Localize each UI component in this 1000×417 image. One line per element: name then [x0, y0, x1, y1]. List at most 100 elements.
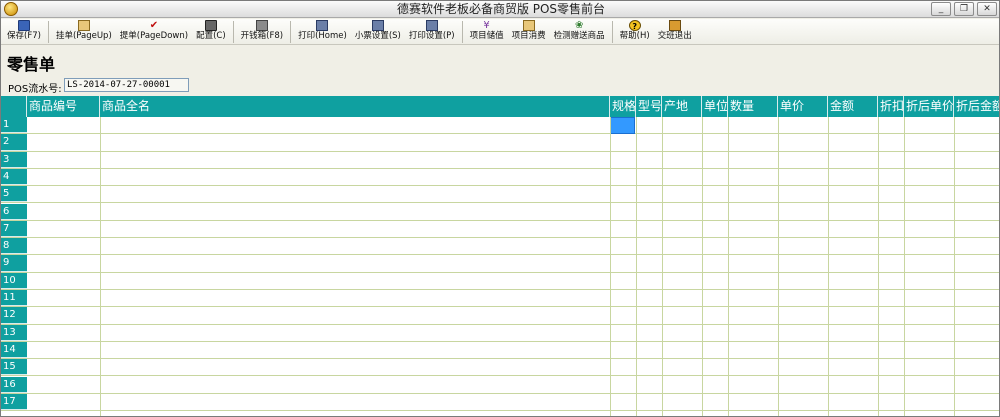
close-button[interactable]: ✕: [977, 2, 997, 16]
pos-window: 德赛软件老板必备商贸版 POS零售前台 _ ❐ ✕ 保存(F7) 挂单(PageU…: [0, 0, 1000, 417]
table-row[interactable]: 8: [1, 238, 999, 256]
restore-button[interactable]: ❐: [954, 2, 974, 16]
receipt-icon: [371, 20, 384, 31]
row-number: 13: [1, 324, 27, 341]
toolbar-separator: [47, 21, 49, 43]
minimize-button[interactable]: _: [931, 2, 951, 16]
column-header[interactable]: 商品全名: [100, 96, 610, 117]
row-number: 16: [1, 376, 27, 393]
drawer-icon: [255, 20, 268, 31]
toolbar-button-floppy[interactable]: 保存(F7): [3, 19, 45, 44]
table-row[interactable]: 1: [1, 117, 999, 135]
toolbar-button-print-settings[interactable]: 打印设置(P): [405, 19, 459, 44]
column-header[interactable]: 金额: [828, 96, 878, 117]
grid-column-line: [728, 117, 729, 416]
toolbar-button-label: 配置(C): [196, 31, 226, 41]
row-number-header: [1, 96, 27, 117]
toolbar-button-help[interactable]: ? 帮助(H): [616, 19, 654, 44]
check-icon: ✔: [149, 20, 159, 31]
row-number: 2: [1, 134, 27, 151]
grid-column-line: [702, 117, 703, 416]
toolbar-button-check[interactable]: ✔ 提单(PageDown): [116, 19, 192, 44]
table-row[interactable]: 7: [1, 220, 999, 239]
toolbar-separator: [290, 21, 292, 43]
row-number: 1: [1, 117, 27, 134]
column-header[interactable]: 规格: [610, 96, 636, 117]
toolbar-button-label: 交班退出: [657, 31, 692, 41]
table-row[interactable]: 11: [1, 290, 999, 308]
hold-icon: [77, 20, 90, 31]
row-number: 5: [1, 186, 27, 203]
toolbar-button-receipt[interactable]: 小票设置(S): [351, 19, 405, 44]
grid-column-line: [636, 117, 637, 416]
toolbar-button-consume[interactable]: 项目消费: [508, 19, 550, 44]
row-number: 4: [1, 168, 27, 186]
page-title: 零售单: [7, 55, 56, 74]
column-header[interactable]: 折后单价: [904, 96, 954, 117]
grid-column-line: [954, 117, 955, 416]
toolbar-button-config[interactable]: 配置(C): [192, 19, 230, 44]
grid-column-line: [878, 117, 879, 416]
grid-column-line: [904, 117, 905, 416]
column-header[interactable]: 折扣: [878, 96, 904, 117]
toolbar: 保存(F7) 挂单(PageUp) ✔ 提单(PageDown) 配置(C) 开钱箱(F8…: [1, 19, 999, 45]
table-row[interactable]: 9: [1, 255, 999, 273]
table-row[interactable]: 3: [1, 151, 999, 169]
toolbar-button-drawer[interactable]: 开钱箱(F8): [237, 19, 287, 44]
table-row[interactable]: 13: [1, 324, 999, 342]
toolbar-separator: [611, 21, 613, 43]
window-title: 德赛软件老板必备商贸版 POS零售前台: [396, 2, 606, 16]
toolbar-separator: [232, 21, 234, 43]
serial-label: POS流水号:: [8, 84, 62, 95]
row-number: 6: [1, 203, 27, 220]
coin-icon: ¥: [483, 20, 490, 31]
table-row[interactable]: 10: [1, 272, 999, 290]
grid-header: 商品编号 商品全名 规格 型号 产地 单位 数量 单价 金额 折扣 折后单价 折后金额: [1, 96, 999, 117]
gift-icon: ❀: [574, 20, 584, 31]
toolbar-button-exit[interactable]: 交班退出: [654, 19, 696, 44]
config-icon: [204, 20, 217, 31]
column-header[interactable]: 型号: [636, 96, 662, 117]
toolbar-button-hold[interactable]: 挂单(PageUp): [52, 19, 116, 44]
toolbar-button-label: 项目储值: [469, 31, 504, 41]
table-row[interactable]: 4: [1, 168, 999, 187]
table-row[interactable]: 14: [1, 341, 999, 360]
toolbar-button-label: 保存(F7): [7, 31, 41, 41]
table-row[interactable]: 2: [1, 134, 999, 152]
grid-column-line: [778, 117, 779, 416]
column-header[interactable]: 单价: [778, 96, 828, 117]
grid-column-line: [610, 117, 611, 416]
exit-icon: [668, 20, 681, 31]
toolbar-button-label: 挂单(PageUp): [55, 31, 112, 41]
table-row[interactable]: 12: [1, 307, 999, 325]
row-number: 15: [1, 359, 27, 376]
column-header[interactable]: 折后金额: [954, 96, 999, 117]
serial-input[interactable]: LS-2014-07-27-00001: [64, 78, 189, 92]
column-header[interactable]: 商品编号: [27, 96, 100, 117]
floppy-icon: [17, 20, 30, 31]
table-row[interactable]: 15: [1, 359, 999, 377]
table-row[interactable]: 6: [1, 203, 999, 221]
toolbar-button-label: 打印设置(P): [408, 31, 455, 41]
toolbar-button-print[interactable]: 打印(Home): [294, 19, 351, 44]
table-row[interactable]: 5: [1, 186, 999, 204]
selected-cell[interactable]: [610, 117, 635, 134]
grid-column-line: [828, 117, 829, 416]
consume-icon: [522, 20, 535, 31]
column-header[interactable]: 产地: [662, 96, 702, 117]
print-settings-icon: [425, 20, 438, 31]
toolbar-button-label: 提单(PageDown): [119, 31, 189, 41]
row-number: 12: [1, 307, 27, 324]
row-number: 8: [1, 238, 27, 255]
column-header[interactable]: 单位: [702, 96, 728, 117]
toolbar-button-label: 项目消费: [511, 31, 546, 41]
table-row[interactable]: 17: [1, 393, 999, 412]
row-number: 9: [1, 255, 27, 272]
toolbar-button-label: 开钱箱(F8): [240, 31, 284, 41]
column-header[interactable]: 数量: [728, 96, 778, 117]
toolbar-button-gift[interactable]: ❀ 检测赠送商品: [550, 19, 609, 44]
table-row[interactable]: 16: [1, 376, 999, 394]
sales-grid[interactable]: 商品编号 商品全名 规格 型号 产地 单位 数量 单价 金额 折扣 折后单价 折后金额 1234567…: [1, 96, 999, 416]
toolbar-button-coin[interactable]: ¥ 项目储值: [466, 19, 508, 44]
toolbar-button-label: 检测赠送商品: [553, 31, 605, 41]
